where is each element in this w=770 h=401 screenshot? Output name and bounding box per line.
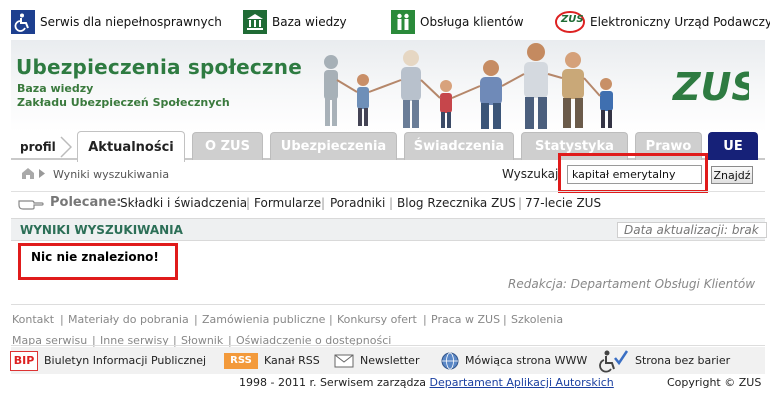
site-header: Ubezpieczenia społeczne Baza wiedzy Zakł…: [11, 40, 765, 132]
zus-emblem-text: ZUS: [561, 14, 584, 25]
disabled-service-label: Serwis dla niepełnosprawnych: [40, 15, 222, 29]
epuap-link[interactable]: ZUS Elektroniczny Urząd Podawczy: [555, 9, 770, 35]
footer-link-kontakt[interactable]: Kontakt: [12, 313, 54, 326]
page: Serwis dla niepełnosprawnych Baza wiedzy…: [0, 0, 770, 401]
footer-manager-link[interactable]: Departament Aplikacji Autorskich: [430, 376, 614, 389]
tab-ue[interactable]: UE: [708, 132, 758, 160]
customer-service-label: Obsługa klientów: [420, 15, 524, 29]
copyright-row: 1998 - 2011 r. Serwisem zarządza Departa…: [11, 374, 765, 392]
update-date-box: Data aktualizacji: brak: [617, 222, 767, 238]
recommended-row: Polecane: Składki i świadczenia | Formul…: [11, 191, 765, 213]
zus-logo-text: ZUS: [672, 65, 749, 109]
barrier-free-label: Strona bez barier: [635, 354, 731, 367]
home-icon[interactable]: [21, 167, 35, 180]
results-title: WYNIKI WYSZUKIWANIA: [20, 223, 183, 237]
site-title[interactable]: Ubezpieczenia społeczne: [16, 55, 302, 79]
footer-link-konkursy[interactable]: Konkursy ofert: [337, 313, 417, 326]
zus-logo-icon[interactable]: ZUS: [669, 58, 749, 110]
recommended-label: Polecane:: [50, 195, 122, 210]
tab-swiadczenia[interactable]: Świadczenia: [404, 132, 514, 160]
tab-ubezpieczenia[interactable]: Ubezpieczenia: [270, 132, 397, 160]
knowledge-base-link[interactable]: Baza wiedzy: [243, 9, 347, 35]
footer-link-zamowienia[interactable]: Zamówienia publiczne: [202, 313, 325, 326]
recommended-link-blog[interactable]: Blog Rzecznika ZUS: [397, 196, 516, 210]
separator: |: [60, 313, 64, 326]
recommended-link-formularze[interactable]: Formularze: [254, 196, 321, 210]
customer-service-link[interactable]: Obsługa klientów: [391, 9, 524, 35]
pointing-hand-icon: [18, 200, 44, 210]
separator: |: [389, 196, 394, 210]
footer-link-praca[interactable]: Praca w ZUS: [431, 313, 500, 326]
site-subtitle-institution: Zakładu Ubezpieczeń Społecznych: [17, 96, 230, 109]
separator: |: [246, 196, 251, 210]
bip-icon: BIP: [10, 350, 38, 371]
tab-aktualnosci[interactable]: Aktualności: [77, 131, 185, 162]
separator: |: [503, 313, 507, 326]
recommended-link-77-lecie[interactable]: 77-lecie ZUS: [525, 196, 601, 210]
separator: |: [194, 313, 198, 326]
epuap-label: Elektroniczny Urząd Podawczy: [590, 15, 770, 29]
footer-managed-by: 1998 - 2011 r. Serwisem zarządza Departa…: [239, 376, 614, 389]
separator: |: [423, 313, 427, 326]
editor-note: Redakcja: Departament Obsługi Klientów: [508, 277, 756, 291]
chevron-right-icon: [60, 136, 72, 158]
search-highlight-frame: [558, 153, 708, 193]
wheelchair-check-icon: [599, 349, 629, 373]
zus-emblem-icon: ZUS: [555, 10, 585, 34]
family-banner-image: [324, 43, 613, 129]
site-subtitle-knowledge: Baza wiedzy: [17, 82, 94, 95]
people-icon: [391, 10, 415, 34]
globe-icon: [441, 352, 459, 369]
rss-link[interactable]: RSS Kanał RSS: [224, 347, 320, 374]
building-icon: [243, 10, 267, 34]
separator: |: [518, 196, 523, 210]
no-results-highlight-frame: [18, 243, 178, 280]
recommended-link-poradniki[interactable]: Poradniki: [330, 196, 385, 210]
footer-copyright: Copyright © ZUS: [667, 376, 762, 389]
envelope-icon: [334, 354, 354, 367]
footer-link-szkolenia[interactable]: Szkolenia: [511, 313, 563, 326]
speaking-site-link[interactable]: Mówiąca strona WWW: [441, 347, 587, 374]
barrier-free-link[interactable]: Strona bez barier: [599, 347, 730, 374]
results-header: WYNIKI WYSZUKIWANIA Data aktualizacji: b…: [11, 218, 767, 241]
footer-icon-row: BIP Biuletyn Informacji Publicznej RSS K…: [10, 347, 765, 374]
breadcrumb-current: Wyniki wyszukiwania: [53, 168, 170, 181]
footer-years: 1998 - 2011 r. Serwisem zarządza: [239, 376, 427, 389]
divider: [11, 304, 765, 305]
bip-link[interactable]: BIP Biuletyn Informacji Publicznej: [10, 347, 206, 374]
wheelchair-icon: [11, 10, 35, 34]
rss-icon: RSS: [224, 352, 258, 369]
tab-o-zus[interactable]: O ZUS: [192, 132, 263, 160]
bip-label: Biuletyn Informacji Publicznej: [44, 354, 207, 367]
rss-label: Kanał RSS: [264, 354, 320, 367]
knowledge-base-label: Baza wiedzy: [272, 15, 347, 29]
search-label: Wyszukaj: [502, 167, 559, 181]
newsletter-label: Newsletter: [360, 354, 420, 367]
separator: |: [321, 196, 326, 210]
tab-profil[interactable]: profil: [20, 140, 56, 154]
search-button[interactable]: Znajdź: [711, 166, 753, 184]
divider: [11, 345, 765, 346]
separator: |: [329, 313, 333, 326]
footer-link-materialy[interactable]: Materiały do pobrania: [68, 313, 189, 326]
recommended-link-skladki[interactable]: Składki i świadczenia: [120, 196, 247, 210]
chevron-right-icon: [39, 169, 45, 178]
speaking-site-label: Mówiąca strona WWW: [465, 354, 588, 367]
disabled-service-link[interactable]: Serwis dla niepełnosprawnych: [11, 9, 222, 35]
newsletter-link[interactable]: Newsletter: [334, 347, 419, 374]
